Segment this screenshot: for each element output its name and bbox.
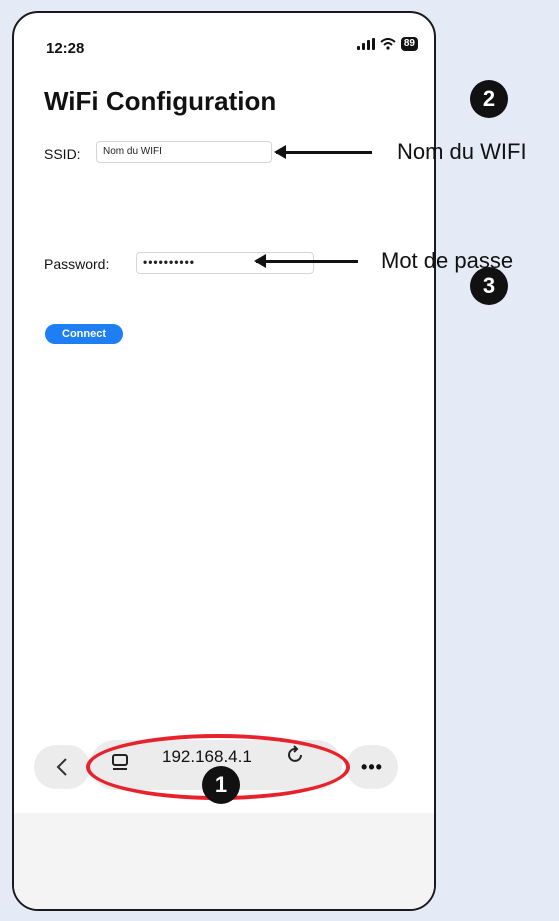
chevron-left-icon [56,758,67,776]
page-title: WiFi Configuration [44,86,277,116]
password-label: Password: [44,256,110,272]
password-arrow-icon [254,254,358,268]
wifi-icon [380,38,396,50]
battery-icon: 89 [400,37,418,51]
status-icons: 89 [356,37,418,51]
connect-button[interactable]: Connect [45,324,123,344]
more-options-button[interactable]: ••• [346,745,398,789]
back-button[interactable] [34,745,90,789]
step-badge-1: 1 [202,766,240,804]
browser-bottom-bar [14,813,434,909]
step-badge-2: 2 [470,80,508,118]
ssid-annotation: Nom du WIFI [397,139,527,164]
signal-icon [356,38,375,50]
password-annotation: Mot de passe [381,248,514,273]
ssid-input[interactable]: Nom du WIFI [96,141,272,163]
ssid-label: SSID: [44,146,81,162]
password-input[interactable]: •••••••••• [136,252,314,274]
ssid-arrow-icon [274,145,372,159]
status-time: 12:28 [46,40,85,57]
